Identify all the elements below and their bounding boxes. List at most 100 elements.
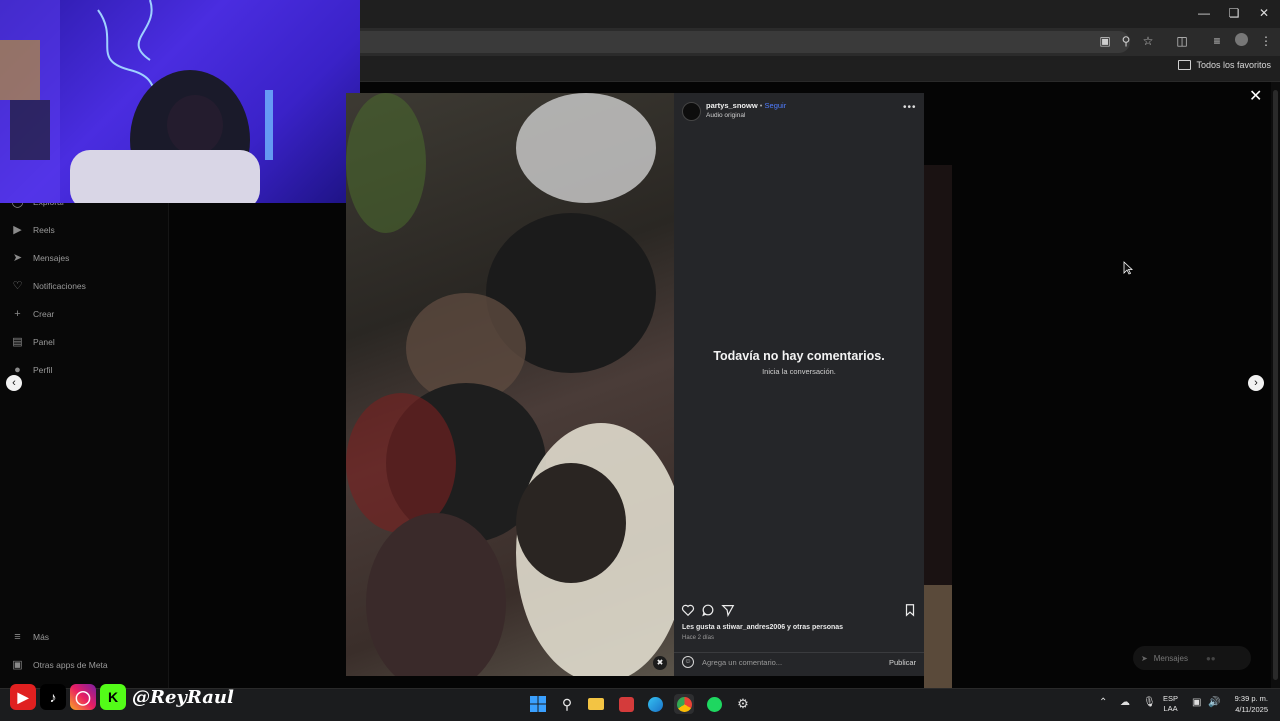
sidebar-item-mensajes[interactable]: ➤ Mensajes (12, 252, 70, 264)
sidebar-item-perfil[interactable]: ● Perfil (12, 363, 53, 376)
likes-summary[interactable]: Les gusta a stiwar_andres2006 y otras pe… (682, 624, 843, 631)
chevron-left-icon: ‹ (12, 377, 16, 389)
sidebar-item-crear[interactable]: + Crear (12, 307, 55, 320)
comments-panel (674, 93, 924, 676)
meta-apps-icon: ▣ (12, 659, 23, 671)
minimize-icon[interactable]: — (1194, 6, 1214, 20)
sidebar-item-reels[interactable]: ▶ Reels (12, 224, 55, 236)
sidebar-item-label: Crear (33, 308, 55, 319)
comment-input[interactable]: Agrega un comentario... (702, 658, 782, 667)
app-red-icon[interactable] (616, 694, 636, 714)
tiktok-icon: ♪ (40, 684, 66, 710)
browser-menu-icon[interactable]: ⋮ (1258, 33, 1274, 49)
menu-icon: ≡ (14, 630, 21, 643)
sidebar-item-label: Perfil (33, 364, 53, 375)
sidebar-item-label: Más (33, 631, 50, 642)
address-bar[interactable] (330, 31, 1130, 53)
messenger-icon: ➤ (12, 252, 23, 264)
kick-letter: K (107, 689, 119, 705)
clock-time: 9:39 p. m. (1234, 694, 1268, 703)
dashboard-icon: ▤ (12, 336, 23, 348)
like-icon[interactable] (681, 603, 695, 617)
bookmark-star-icon[interactable]: ☆ (1140, 33, 1156, 49)
follow-button[interactable]: Seguir (765, 101, 787, 110)
all-bookmarks-label: Todos los favoritos (1196, 60, 1271, 70)
install-app-icon[interactable]: ▣ (1097, 33, 1113, 49)
sidebar-item-label: Notificaciones (33, 280, 86, 291)
mute-icon[interactable]: ✖ (653, 656, 667, 670)
next-post-preview-lower (924, 585, 952, 688)
more-options-icon[interactable]: ••• (903, 102, 917, 113)
post-header: partys_snoww • Seguir (706, 101, 786, 110)
youtube-icon: ▶ (10, 684, 36, 710)
media-controls-icon[interactable]: ≡ (1209, 33, 1225, 49)
microphone-icon[interactable]: 🎙 (1143, 697, 1156, 708)
mouse-cursor-icon (1123, 261, 1133, 275)
kick-icon: K (100, 684, 126, 710)
streamer-socials-overlay: ▶ ♪ ◯ K @ReyRaul (10, 684, 234, 710)
windows-start-icon[interactable] (528, 694, 548, 714)
author-username[interactable]: partys_snoww (706, 101, 758, 110)
chrome-icon[interactable] (674, 694, 694, 714)
system-clock[interactable]: 9:39 p. m. 4/11/2025 (1226, 693, 1268, 715)
webcam-scene (0, 0, 273, 203)
onedrive-icon[interactable]: ☁ (1120, 697, 1130, 708)
app-notification-icon[interactable]: ⚙ (733, 694, 753, 714)
chevron-right-icon: › (1254, 377, 1258, 389)
search-icon[interactable]: ⚲ (557, 694, 577, 714)
messages-dock[interactable]: ➤ Mensajes ●● (1133, 646, 1251, 670)
reel-video[interactable]: ✖ (346, 93, 674, 676)
sidebar-item-meta-apps[interactable]: ▣ Otras apps de Meta (12, 659, 108, 671)
window-close-icon[interactable]: ✕ (1254, 6, 1274, 20)
no-comments-subtitle: Inicia la conversación. (762, 367, 836, 376)
save-icon[interactable] (903, 603, 917, 617)
next-post-preview (924, 165, 952, 585)
chevron-up-icon[interactable]: ⌃ (1099, 697, 1107, 708)
avatars-icon: ●● (1205, 653, 1216, 663)
spotify-icon[interactable] (704, 694, 724, 714)
keyboard-layout: LAA (1163, 704, 1178, 713)
heart-icon: ♡ (12, 280, 23, 292)
file-explorer-icon[interactable] (586, 694, 606, 714)
folder-icon (1178, 60, 1192, 70)
share-icon[interactable] (721, 603, 735, 617)
language-code: ESP (1163, 694, 1179, 703)
volume-icon[interactable]: 🔊 (1208, 697, 1220, 708)
streamer-handle: @ReyRaul (132, 686, 234, 708)
all-bookmarks-folder[interactable]: Todos los favoritos (1178, 60, 1271, 70)
author-avatar[interactable] (682, 102, 701, 121)
profile-avatar-icon[interactable] (1233, 33, 1249, 49)
zoom-icon[interactable]: ⚲ (1118, 33, 1134, 49)
sidebar-item-notificaciones[interactable]: ♡ Notificaciones (12, 280, 86, 292)
next-post-button[interactable]: › (1248, 375, 1264, 391)
webcam-overlay (0, 0, 360, 203)
scrollbar-thumb[interactable] (1273, 90, 1278, 680)
previous-post-button[interactable]: ‹ (6, 375, 22, 391)
extensions-icon[interactable]: ◫ (1174, 33, 1190, 49)
messages-dock-label: Mensajes (1153, 653, 1188, 663)
restore-icon[interactable]: ❏ (1224, 6, 1244, 20)
close-modal-icon[interactable]: ✕ (1249, 86, 1262, 106)
sidebar-item-label: Otras apps de Meta (33, 659, 108, 670)
instagram-icon: ◯ (70, 684, 96, 710)
language-indicator[interactable]: ESP LAA (1163, 694, 1178, 714)
sidebar-item-label: Panel (33, 336, 55, 347)
publish-button[interactable]: Publicar (889, 658, 916, 667)
clock-date: 4/11/2025 (1235, 705, 1268, 714)
messenger-icon: ➤ (1141, 653, 1148, 663)
sidebar-item-panel[interactable]: ▤ Panel (12, 336, 55, 348)
sidebar-item-label: Reels (33, 224, 55, 235)
separator-dot: • (759, 101, 763, 110)
post-time: Hace 2 días (682, 635, 715, 641)
sidebar-item-label: Mensajes (33, 252, 70, 263)
plus-icon: + (14, 307, 21, 320)
network-icon[interactable]: ▣ (1192, 697, 1201, 708)
emoji-icon[interactable]: ☺ (682, 656, 694, 668)
reels-icon: ▶ (13, 224, 22, 236)
comment-divider (674, 652, 924, 653)
avatar-icon: ● (14, 363, 21, 376)
edge-icon[interactable] (645, 694, 665, 714)
audio-label[interactable]: Audio original (706, 112, 745, 119)
sidebar-item-mas[interactable]: ≡ Más (12, 630, 50, 643)
comment-icon[interactable] (701, 603, 715, 617)
